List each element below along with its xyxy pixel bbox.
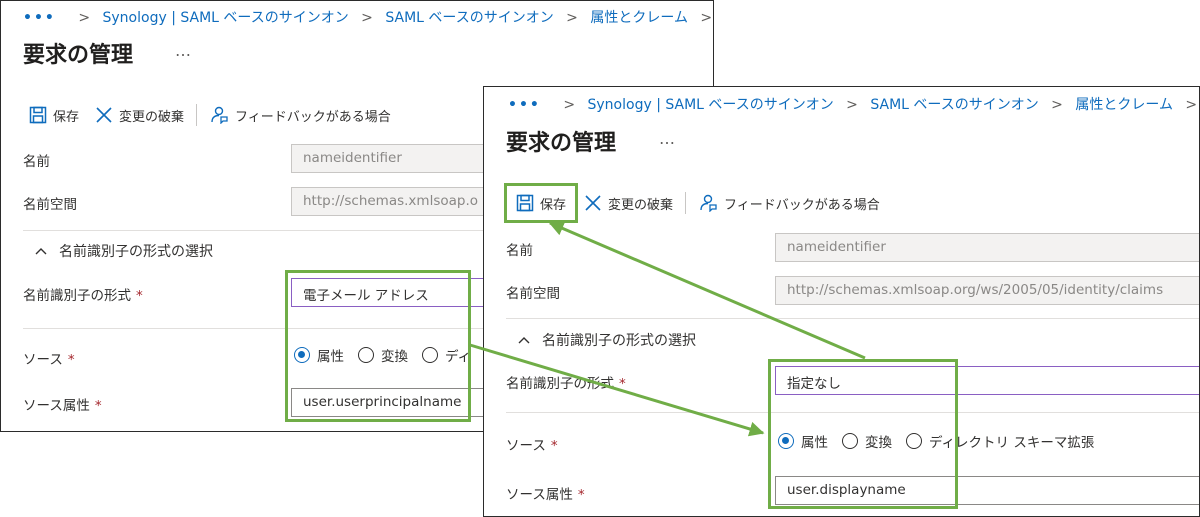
source-label: ソース * xyxy=(506,438,558,454)
name-label: 名前 xyxy=(23,154,50,170)
breadcrumb: ••• > Synology | SAML ベースのサインオン > SAML ベ… xyxy=(23,7,713,27)
page-title: 要求の管理 xyxy=(506,131,617,156)
format-section-toggle[interactable]: 名前識別子の形式の選択 xyxy=(518,330,696,350)
breadcrumb-separator: > xyxy=(1051,97,1063,113)
discard-label: 変更の破棄 xyxy=(119,109,185,125)
namespace-field[interactable]: http://schemas.xmlsoap.org/ws/2005/05/id… xyxy=(775,276,1199,305)
feedback-label: フィードバックがある場合 xyxy=(724,197,880,213)
section-label: 名前識別子の形式の選択 xyxy=(542,333,696,349)
namespace-label: 名前空間 xyxy=(506,286,560,302)
name-field[interactable]: nameidentifier xyxy=(775,233,1199,262)
highlight-box xyxy=(285,270,471,422)
save-label: 保存 xyxy=(53,109,80,125)
breadcrumb-item-app[interactable]: Synology | SAML ベースのサインオン xyxy=(588,97,834,113)
toolbar-divider xyxy=(196,104,198,126)
close-icon xyxy=(585,195,601,211)
source-attribute-label: ソース属性 * xyxy=(506,487,585,503)
breadcrumb-ellipsis[interactable]: ••• xyxy=(508,97,541,113)
source-attribute-label: ソース属性 * xyxy=(23,398,102,414)
feedback-button[interactable]: フィードバックがある場合 xyxy=(207,100,393,130)
close-icon xyxy=(96,107,112,123)
page-title: 要求の管理 xyxy=(23,43,134,68)
chevron-up-icon xyxy=(518,337,530,344)
save-highlight-box xyxy=(504,183,578,223)
format-label: 名前識別子の形式 * xyxy=(23,288,143,304)
breadcrumb-separator: > xyxy=(361,10,373,26)
breadcrumb: ••• > Synology | SAML ベースのサインオン > SAML ベ… xyxy=(508,94,1199,114)
format-section-toggle[interactable]: 名前識別子の形式の選択 xyxy=(35,241,213,261)
save-icon xyxy=(29,106,47,124)
feedback-label: フィードバックがある場合 xyxy=(235,109,391,125)
breadcrumb-item-saml[interactable]: SAML ベースのサインオン xyxy=(870,97,1038,113)
breadcrumb-separator: > xyxy=(700,10,713,26)
section-label: 名前識別子の形式の選択 xyxy=(59,244,213,260)
format-label: 名前識別子の形式 * xyxy=(506,376,626,392)
more-options-icon[interactable]: … xyxy=(175,41,192,60)
toolbar-divider xyxy=(685,192,687,214)
breadcrumb-item-attributes[interactable]: 属性とクレーム xyxy=(590,10,688,26)
namespace-label: 名前空間 xyxy=(23,197,77,213)
breadcrumb-separator: > xyxy=(78,10,91,26)
feedback-icon xyxy=(211,106,228,124)
breadcrumb-item-saml[interactable]: SAML ベースのサインオン xyxy=(385,10,553,26)
breadcrumb-separator: > xyxy=(563,97,576,113)
save-button[interactable]: 保存 xyxy=(27,100,81,130)
breadcrumb-item-attributes[interactable]: 属性とクレーム xyxy=(1075,97,1173,113)
divider xyxy=(506,318,1199,319)
source-label: ソース * xyxy=(23,352,75,368)
breadcrumb-ellipsis[interactable]: ••• xyxy=(23,10,56,26)
chevron-up-icon xyxy=(35,248,47,255)
discard-button[interactable]: 変更の破棄 xyxy=(582,188,675,218)
name-label: 名前 xyxy=(506,243,533,259)
more-options-icon[interactable]: … xyxy=(659,129,676,148)
claim-panel-after: ••• > Synology | SAML ベースのサインオン > SAML ベ… xyxy=(483,86,1200,517)
command-bar: 保存 変更の破棄 フィードバックがある場合 xyxy=(27,100,393,130)
feedback-icon xyxy=(700,194,717,212)
discard-button[interactable]: 変更の破棄 xyxy=(93,100,186,130)
breadcrumb-item-app[interactable]: Synology | SAML ベースのサインオン xyxy=(103,10,349,26)
discard-label: 変更の破棄 xyxy=(608,197,674,213)
highlight-box xyxy=(768,359,958,509)
breadcrumb-separator: > xyxy=(566,10,578,26)
breadcrumb-separator: > xyxy=(846,97,858,113)
feedback-button[interactable]: フィードバックがある場合 xyxy=(696,188,882,218)
breadcrumb-separator: > xyxy=(1185,97,1198,113)
